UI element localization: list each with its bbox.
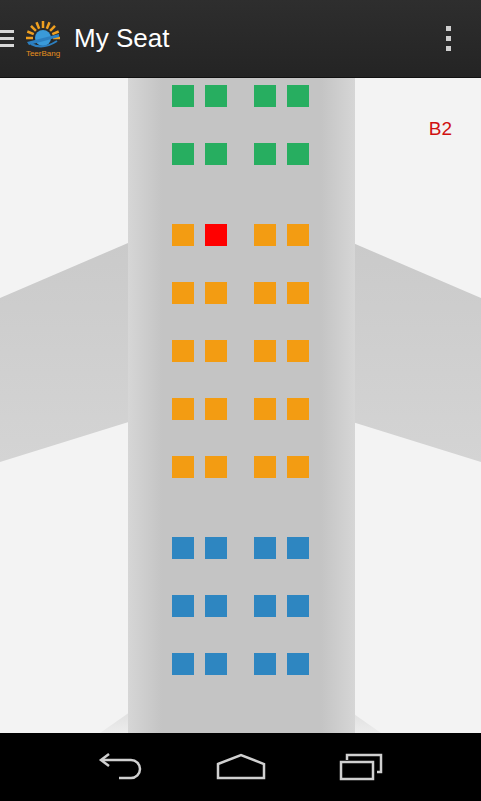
seat-row <box>172 143 309 165</box>
seat[interactable] <box>205 537 227 559</box>
home-button[interactable] <box>216 747 266 787</box>
seat-row <box>172 85 309 107</box>
seat[interactable] <box>172 340 194 362</box>
overflow-menu-icon[interactable] <box>446 26 451 51</box>
airplane-icon <box>0 78 481 733</box>
seat[interactable] <box>205 143 227 165</box>
seat[interactable] <box>254 595 276 617</box>
app-bar: TeerBang My Seat <box>0 0 481 78</box>
seat[interactable] <box>287 85 309 107</box>
seat-row <box>172 456 309 478</box>
seat[interactable] <box>254 143 276 165</box>
seat[interactable] <box>205 456 227 478</box>
seat-row <box>172 653 309 675</box>
seat-row <box>172 537 309 559</box>
navigation-bar <box>0 733 481 801</box>
seat[interactable] <box>172 398 194 420</box>
seat[interactable] <box>254 537 276 559</box>
logo-text: TeerBang <box>26 50 60 58</box>
app-logo[interactable]: TeerBang <box>22 20 64 58</box>
seat-row <box>172 340 309 362</box>
recents-button[interactable] <box>336 747 386 787</box>
seat-section <box>172 224 309 478</box>
seat[interactable] <box>172 224 194 246</box>
home-icon <box>216 752 266 782</box>
logo-icon <box>23 20 63 50</box>
seat[interactable] <box>172 653 194 675</box>
seat[interactable] <box>254 340 276 362</box>
seat[interactable] <box>287 537 309 559</box>
seat[interactable] <box>254 224 276 246</box>
seat[interactable] <box>254 85 276 107</box>
seat-section <box>172 85 309 165</box>
seat[interactable] <box>287 456 309 478</box>
seat-row <box>172 595 309 617</box>
seat[interactable] <box>172 595 194 617</box>
seat-section <box>172 537 309 675</box>
seat[interactable] <box>205 340 227 362</box>
seat[interactable] <box>254 398 276 420</box>
seat[interactable] <box>172 282 194 304</box>
seat[interactable] <box>287 340 309 362</box>
seat[interactable] <box>254 282 276 304</box>
seat[interactable] <box>205 282 227 304</box>
seat[interactable] <box>254 653 276 675</box>
seat[interactable] <box>172 537 194 559</box>
seat[interactable] <box>172 143 194 165</box>
seat[interactable] <box>205 224 227 246</box>
seat-row <box>172 224 309 246</box>
seat-row <box>172 282 309 304</box>
seat[interactable] <box>172 85 194 107</box>
seat[interactable] <box>205 653 227 675</box>
seat-row <box>172 398 309 420</box>
seat[interactable] <box>254 456 276 478</box>
seat[interactable] <box>287 398 309 420</box>
seat[interactable] <box>287 282 309 304</box>
seat[interactable] <box>287 653 309 675</box>
seat[interactable] <box>205 398 227 420</box>
seat-map <box>0 78 481 675</box>
seat-label: B2 <box>429 118 452 140</box>
drawer-icon[interactable] <box>0 30 14 47</box>
seat-map-area: B2 <box>0 78 481 733</box>
screen-title: My Seat <box>74 23 446 54</box>
seat[interactable] <box>205 595 227 617</box>
back-button[interactable] <box>96 747 146 787</box>
seat[interactable] <box>287 143 309 165</box>
seat[interactable] <box>205 85 227 107</box>
seat[interactable] <box>172 456 194 478</box>
seat[interactable] <box>287 595 309 617</box>
back-icon <box>97 752 145 782</box>
seat[interactable] <box>287 224 309 246</box>
recents-icon <box>337 752 385 782</box>
screen: TeerBang My Seat B2 <box>0 0 481 801</box>
